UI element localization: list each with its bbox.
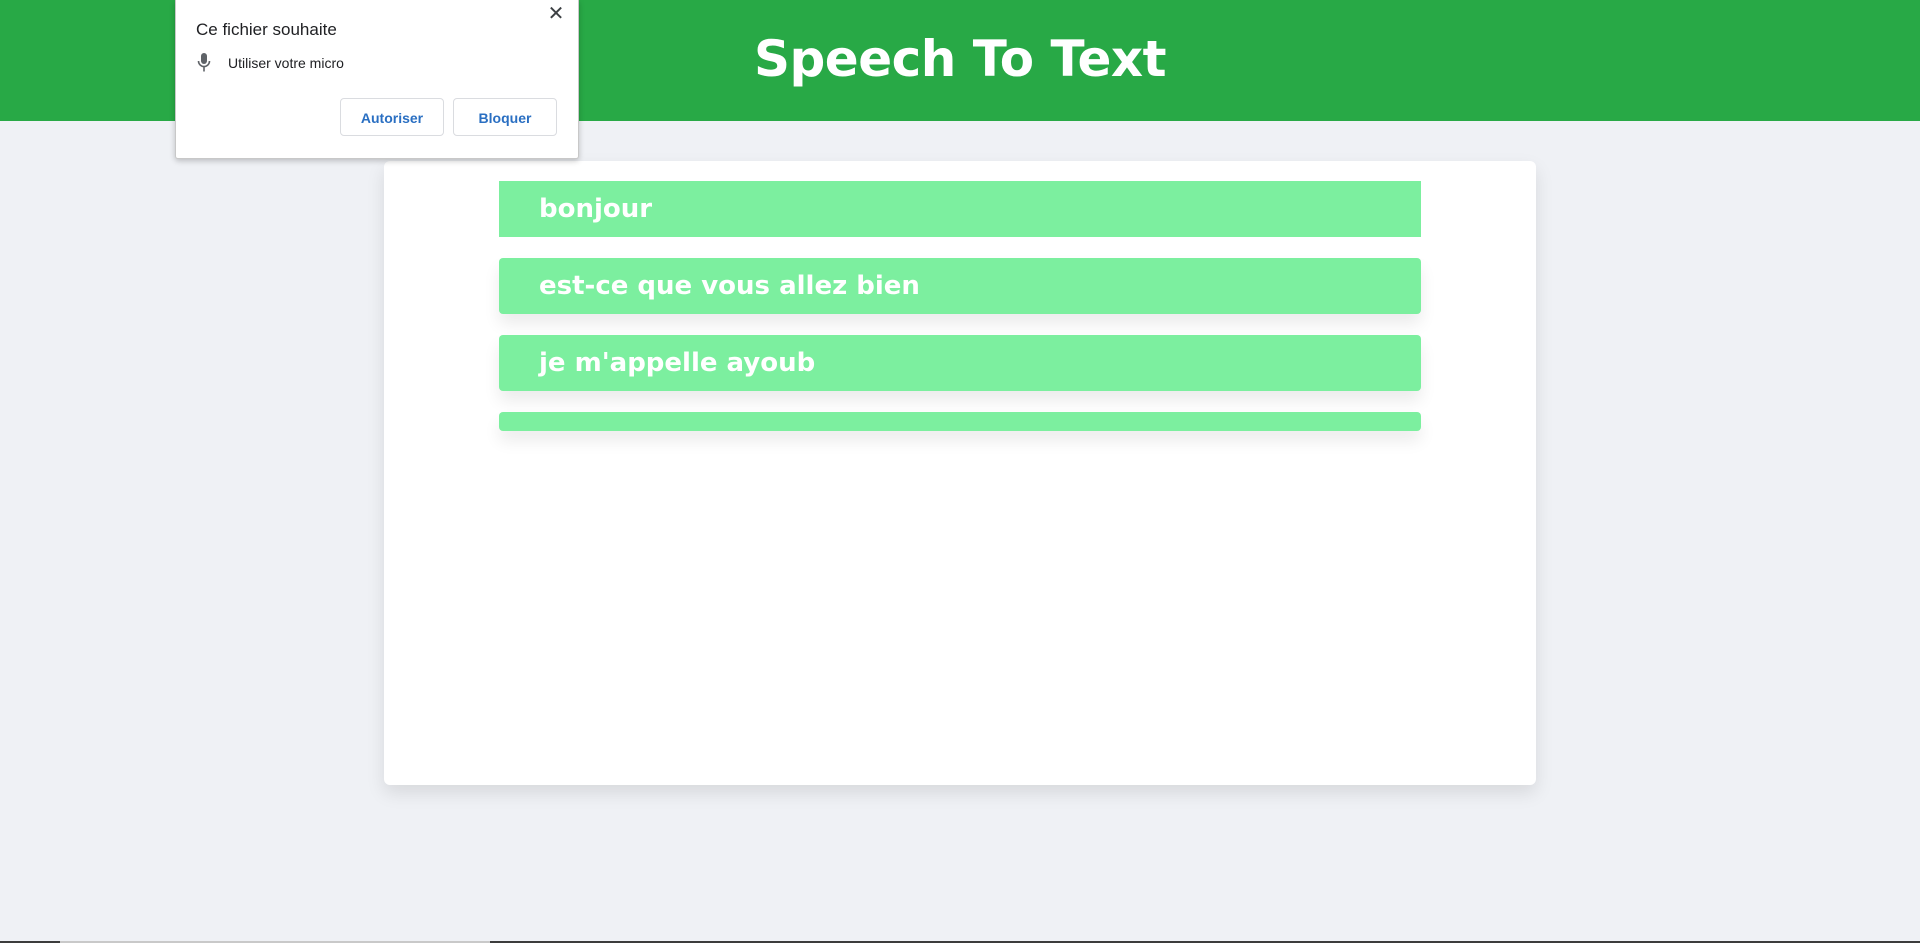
microphone-icon bbox=[196, 52, 212, 74]
block-button[interactable]: Bloquer bbox=[453, 98, 557, 136]
permission-label: Utiliser votre micro bbox=[228, 55, 344, 71]
popup-title: Ce fichier souhaite bbox=[196, 20, 337, 39]
allow-button[interactable]: Autoriser bbox=[340, 98, 444, 136]
permission-popup: Ce fichier souhaite ✕ Utiliser votre mic… bbox=[175, 0, 579, 159]
transcript-item: est-ce que vous allez bien bbox=[499, 258, 1421, 314]
transcript-item-empty bbox=[499, 412, 1421, 431]
transcript-panel: bonjour est-ce que vous allez bien je m'… bbox=[384, 161, 1536, 785]
transcript-item: bonjour bbox=[499, 181, 1421, 237]
permission-row: Utiliser votre micro bbox=[196, 52, 344, 74]
transcript-item: je m'appelle ayoub bbox=[499, 335, 1421, 391]
close-icon[interactable]: ✕ bbox=[544, 2, 568, 26]
page-title: Speech To Text bbox=[753, 29, 1167, 88]
